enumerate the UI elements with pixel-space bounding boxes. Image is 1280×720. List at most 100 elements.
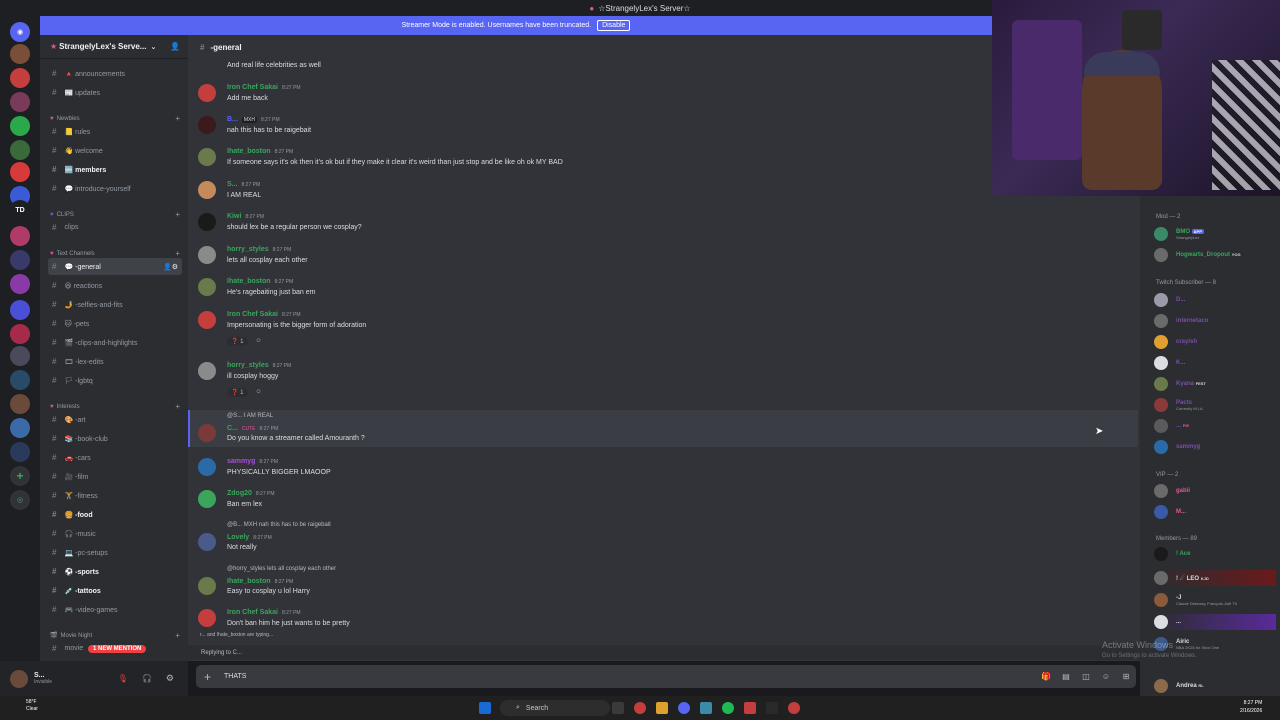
avatar[interactable] [198, 246, 216, 264]
channel-reactions[interactable]: # 😆 reactions [40, 277, 188, 294]
message-author[interactable]: Ihate_boston 8:27 PM [227, 278, 293, 285]
member-item[interactable]: gabii [1154, 483, 1190, 499]
server-icon[interactable] [10, 44, 30, 64]
member-item[interactable]: internetaco [1154, 313, 1208, 329]
avatar[interactable] [198, 148, 216, 166]
new-mention-badge[interactable]: 1 NEW MENTION [88, 645, 147, 653]
headphones-icon[interactable]: 🎧 [142, 674, 152, 683]
add-channel-icon[interactable]: + [175, 249, 180, 258]
server-icon[interactable] [10, 346, 30, 366]
channel-music[interactable]: # 🎧 -music [40, 525, 188, 542]
add-channel-icon[interactable]: + [175, 210, 180, 219]
member-item[interactable]: Hogwarts_Dropout YOG [1154, 247, 1241, 263]
channel-lex-edits[interactable]: # 🎞 -lex-edits [40, 353, 188, 370]
member-item[interactable]: ! Ace [1154, 546, 1190, 562]
avatar[interactable] [198, 577, 216, 595]
obs-icon[interactable] [744, 702, 756, 714]
message-author[interactable]: S... 8:27 PM [227, 181, 260, 188]
discord-icon[interactable] [678, 702, 690, 714]
message-input[interactable]: + THATS [196, 665, 1136, 688]
add-channel-icon[interactable]: + [175, 402, 180, 411]
member-item[interactable]: BMO APP StrangelyLex [1154, 226, 1204, 242]
reply-preview[interactable]: @S... I AM REAL [227, 413, 273, 419]
server-icon[interactable] [10, 162, 30, 182]
message-author[interactable]: Zdog20 8:27 PM [227, 490, 275, 497]
channel-video-games[interactable]: # 🎮 -video-games [40, 601, 188, 618]
server-icon[interactable] [10, 116, 30, 136]
server-td-icon[interactable]: TD [10, 200, 30, 220]
member-item[interactable]: Kyana FEST [1154, 376, 1206, 392]
message-author[interactable]: Ihate_boston 8:27 PM [227, 578, 293, 585]
discord-home-icon[interactable]: ◉ [10, 22, 30, 42]
reaction-pill[interactable]: ❓ 1 [227, 387, 248, 397]
channel-introduce-yourself[interactable]: # 💬 introduce-yourself [40, 180, 188, 197]
reply-preview[interactable]: @B... MXH nah this has to be raigebait [227, 522, 331, 528]
disable-streamer-mode-button[interactable]: Disable [597, 20, 631, 31]
file-explorer-icon[interactable] [656, 702, 668, 714]
member-item[interactable]: sammyg [1154, 439, 1200, 455]
avatar[interactable] [198, 116, 216, 134]
reply-preview[interactable]: @horry_styles lets all cosplay each othe… [227, 566, 336, 572]
server-icon[interactable] [10, 418, 30, 438]
app-icon[interactable] [766, 702, 778, 714]
task-view-icon[interactable] [612, 702, 624, 714]
channel-lgbtq[interactable]: # 🏳 -lgbtq [40, 372, 188, 389]
message-author[interactable]: horry_styles 8:27 PM [227, 362, 291, 369]
channel-members[interactable]: # 🆕 members [40, 161, 188, 178]
message-author[interactable]: sammyg 8:27 PM [227, 458, 278, 465]
server-icon[interactable] [10, 140, 30, 160]
avatar[interactable] [198, 362, 216, 380]
member-item[interactable]: -J Claude Debussy, François-Joël Th [1154, 592, 1237, 608]
gif-icon[interactable]: ▤ [1061, 671, 1071, 681]
member-item[interactable]: M... [1154, 504, 1186, 520]
channel-welcome[interactable]: # 👋 welcome [40, 142, 188, 159]
channel-pets[interactable]: # 🐱 -pets [40, 315, 188, 332]
server-header[interactable]: ★ StrangelyLex's Serve... ⌄ 👤 [40, 35, 188, 59]
message-author[interactable]: Ihate_boston 8:27 PM [227, 148, 293, 155]
server-icon[interactable] [10, 324, 30, 344]
category-clips[interactable]: ♥ CLIPS + [50, 210, 180, 219]
avatar[interactable] [198, 278, 216, 296]
channel-sports[interactable]: # ⚽ -sports [40, 563, 188, 580]
avatar[interactable] [198, 213, 216, 231]
channel-selfies-and-fits[interactable]: # 🤳 -selfies-and-fits [40, 296, 188, 313]
message-author[interactable]: B... MXH 8:27 PM [227, 116, 280, 123]
add-reaction-icon[interactable]: ☺ [256, 389, 262, 395]
channel-announcements[interactable]: # 🔺 announcements [40, 65, 188, 82]
app-icon[interactable] [788, 702, 800, 714]
discover-icon[interactable]: ◎ [10, 490, 30, 510]
channel-tattoos[interactable]: # 💉 -tattoos [40, 582, 188, 599]
invite-icon[interactable]: 👤⚙ [163, 263, 178, 271]
message-author[interactable]: C... CUTE 8:27 PM [227, 425, 278, 432]
channel-general[interactable]: # 💬 -general 👤⚙ [48, 258, 182, 275]
opera-icon[interactable] [634, 702, 646, 714]
channel-clips-and-highlights[interactable]: # 🎬 -clips-and-highlights [40, 334, 188, 351]
channel-updates[interactable]: # 📰 updates [40, 84, 188, 101]
weather-widget[interactable]: 58°F Clear [26, 699, 38, 713]
category-interests[interactable]: ♥ Interests + [50, 402, 180, 411]
sticker-icon[interactable]: ◫ [1081, 671, 1091, 681]
message-input-value[interactable]: THATS [224, 673, 246, 680]
member-item[interactable]: ... PIE [1154, 418, 1189, 434]
channel-book-club[interactable]: # 📚 -book-club [40, 430, 188, 447]
upload-plus-icon[interactable]: + [204, 670, 211, 684]
taskbar-search[interactable]: ⌕ Search [500, 700, 610, 716]
server-icon[interactable] [10, 68, 30, 88]
avatar[interactable] [198, 311, 216, 329]
channel-rules[interactable]: # 📒 rules [40, 123, 188, 140]
channel-art[interactable]: # 🎨 -art [40, 411, 188, 428]
server-icon[interactable] [10, 394, 30, 414]
channel-food[interactable]: # 🍔 -food [40, 506, 188, 523]
channel-clips[interactable]: # clips [40, 219, 188, 236]
category-movie-night[interactable]: 🎬 Movie Night + [50, 631, 180, 640]
category-text-channels[interactable]: ♥ Text Channels + [50, 249, 180, 258]
add-channel-icon[interactable]: + [175, 114, 180, 123]
member-item[interactable]: D... [1154, 292, 1185, 308]
channel-film[interactable]: # 🎥 -film [40, 468, 188, 485]
avatar[interactable] [10, 669, 28, 688]
message-author[interactable]: Iron Chef Sakai 8:27 PM [227, 609, 301, 616]
avatar[interactable] [198, 84, 216, 102]
channel-fitness[interactable]: # 🏋 -fitness [40, 487, 188, 504]
member-item[interactable]: Pacts Currently M.I.A [1154, 397, 1203, 413]
channel-cars[interactable]: # 🚗 -cars [40, 449, 188, 466]
